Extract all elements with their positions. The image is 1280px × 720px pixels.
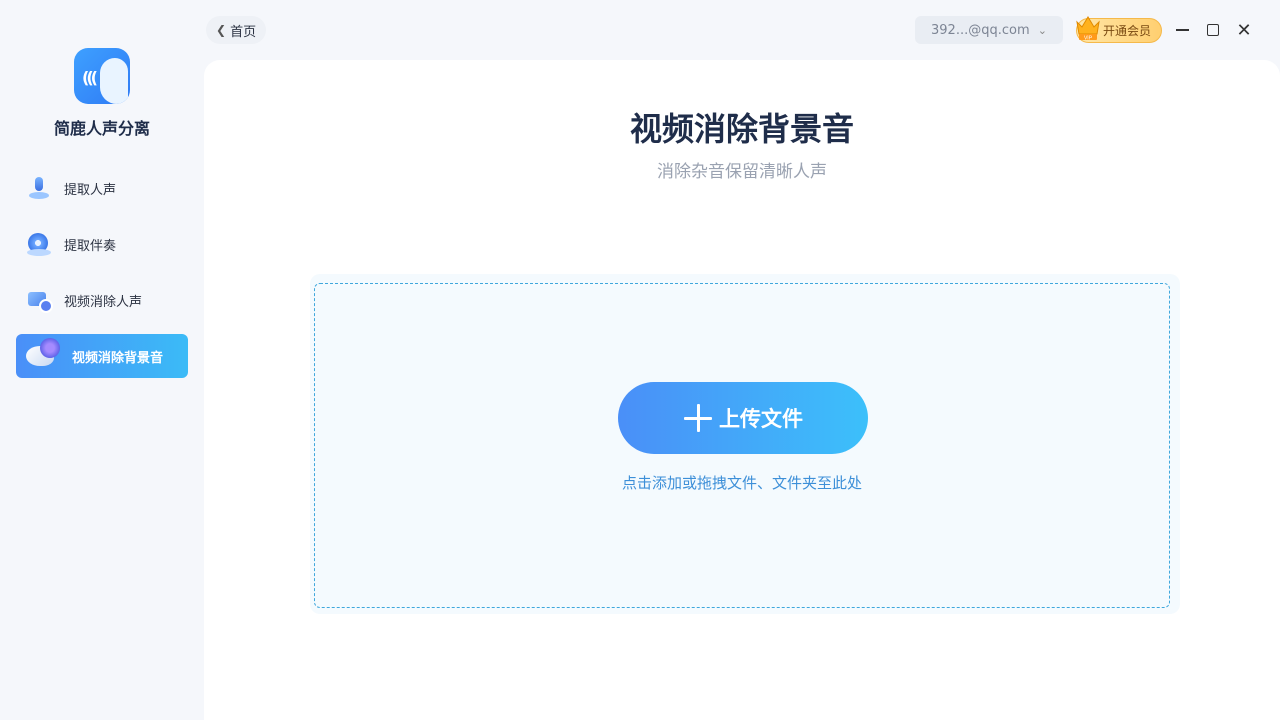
speaker-icon <box>24 338 60 374</box>
sidebar-item-label: 提取伴奏 <box>64 238 117 254</box>
svg-text:VIP: VIP <box>1084 36 1093 42</box>
sidebar-item-video-remove-vocals[interactable]: 视频消除人声 <box>16 278 188 322</box>
back-label: 首页 <box>230 24 257 40</box>
mic-icon <box>26 175 52 201</box>
upload-file-button[interactable]: 上传文件 <box>618 382 868 454</box>
app-name: 简鹿人声分离 <box>53 119 150 138</box>
video-icon <box>26 287 53 313</box>
file-drop-zone[interactable]: 上传文件 点击添加或拖拽文件、文件夹至此处 <box>314 283 1170 608</box>
crown-icon: VIP <box>1076 16 1100 42</box>
sidebar-item-label: 视频消除背景音 <box>72 350 164 366</box>
account-email: 392...@qq.com <box>931 22 1030 38</box>
vip-label: 开通会员 <box>1102 24 1151 38</box>
page-subtitle: 消除杂音保留清晰人声 <box>657 162 827 182</box>
close-button[interactable]: ✕ <box>1232 18 1256 42</box>
page-title: 视频消除背景音 <box>629 110 854 148</box>
minimize-button[interactable] <box>1170 18 1194 42</box>
account-dropdown[interactable]: 392...@qq.com ⌄ <box>915 16 1063 44</box>
sidebar-item-label: 提取人声 <box>64 182 117 198</box>
sidebar-item-label: 视频消除人声 <box>64 294 143 310</box>
chevron-down-icon: ⌄ <box>1037 23 1047 37</box>
sidebar: ((( 简鹿人声分离 提取人声 提取伴奏 视频消除人声 视频消除背景音 <box>0 0 204 720</box>
sidebar-item-video-remove-background[interactable]: 视频消除背景音 <box>16 334 188 378</box>
maximize-button[interactable] <box>1201 18 1225 42</box>
sidebar-item-extract-accompaniment[interactable]: 提取伴奏 <box>16 222 188 266</box>
sidebar-item-extract-vocals[interactable]: 提取人声 <box>16 166 188 210</box>
minimize-icon <box>1175 29 1189 31</box>
back-home-button[interactable]: ❮ 首页 <box>206 16 267 44</box>
plus-icon <box>683 403 713 433</box>
drop-area: 上传文件 点击添加或拖拽文件、文件夹至此处 <box>310 274 1180 614</box>
maximize-icon <box>1207 24 1219 36</box>
drop-hint: 点击添加或拖拽文件、文件夹至此处 <box>621 474 862 492</box>
vip-button[interactable]: VIP 开通会员 <box>1076 16 1162 43</box>
close-icon: ✕ <box>1236 19 1252 41</box>
app-logo-icon: ((( <box>74 48 130 104</box>
disc-icon <box>26 231 52 257</box>
upload-label: 上传文件 <box>719 407 803 431</box>
chevron-left-icon: ❮ <box>216 23 227 37</box>
main-panel: 视频消除背景音 消除杂音保留清晰人声 上传文件 点击添加或拖拽文件、文件夹至此处 <box>204 60 1280 720</box>
